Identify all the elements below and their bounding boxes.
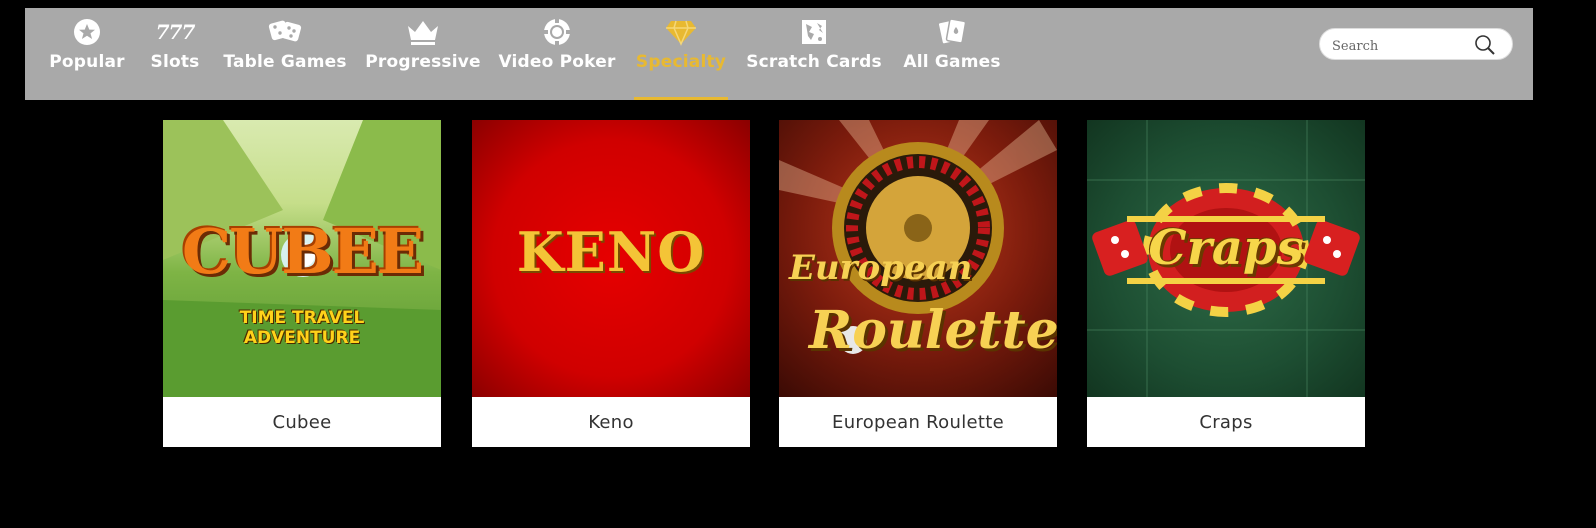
game-card-keno[interactable]: KENO Keno	[472, 120, 750, 447]
game-title[interactable]: Keno	[472, 397, 750, 447]
nav-label: Specialty	[635, 52, 727, 72]
nav-item-specialty[interactable]: Specialty	[634, 8, 728, 100]
game-card-cubee[interactable]: CUBEE TIME TRAVEL ADVENTURE Cubee	[163, 120, 441, 447]
nav-label: Slots	[150, 52, 200, 72]
scratch-card-icon	[794, 16, 834, 48]
nav-item-scratch-cards[interactable]: Scratch Cards	[746, 8, 882, 100]
game-thumbnail[interactable]: European Roulette	[779, 120, 1057, 397]
777-icon: 777	[155, 20, 196, 44]
nav-label: Popular	[49, 52, 125, 72]
nav-item-progressive[interactable]: Progressive	[365, 8, 481, 100]
game-thumbnail[interactable]: Craps	[1087, 120, 1365, 397]
game-logo-text: KENO	[516, 220, 706, 284]
search-box	[1319, 28, 1513, 60]
game-logo-text: Craps	[1148, 220, 1304, 276]
nav-item-slots[interactable]: 777 Slots	[151, 8, 200, 100]
nav-label: Table Games	[223, 52, 347, 72]
game-card-european-roulette[interactable]: European Roulette European Roulette	[779, 120, 1057, 447]
poker-chip-icon	[537, 16, 577, 48]
nav-item-all-games[interactable]: All Games	[903, 8, 1000, 100]
search-input[interactable]	[1330, 35, 1474, 57]
game-title[interactable]: Cubee	[163, 397, 441, 447]
game-logo-text: European	[789, 248, 973, 288]
star-icon	[67, 16, 107, 48]
crown-icon	[403, 16, 443, 48]
dice-icon	[265, 16, 305, 48]
game-logo-subtitle: TIME TRAVEL ADVENTURE	[239, 308, 365, 348]
cards-icon	[932, 16, 972, 48]
game-logo-subtitle: Roulette	[809, 300, 1057, 361]
nav-label: All Games	[903, 52, 1001, 72]
game-title[interactable]: European Roulette	[779, 397, 1057, 447]
game-thumbnail[interactable]: KENO	[472, 120, 750, 397]
nav-item-video-poker[interactable]: Video Poker	[498, 8, 615, 100]
nav-item-table-games[interactable]: Table Games	[223, 8, 346, 100]
nav-item-popular[interactable]: Popular	[49, 8, 125, 100]
nav-label: Video Poker	[498, 52, 616, 72]
game-title[interactable]: Craps	[1087, 397, 1365, 447]
nav-label: Progressive	[365, 52, 481, 72]
diamond-icon	[661, 16, 701, 48]
game-card-craps[interactable]: Craps Craps	[1087, 120, 1365, 447]
nav-label: Scratch Cards	[746, 52, 882, 72]
top-navigation-bar: Popular 777 Slots Table Games Progressiv…	[25, 8, 1533, 100]
search-icon[interactable]	[1474, 34, 1496, 60]
game-thumbnail[interactable]: CUBEE TIME TRAVEL ADVENTURE	[163, 120, 441, 397]
game-logo-text: CUBEE	[181, 215, 424, 288]
